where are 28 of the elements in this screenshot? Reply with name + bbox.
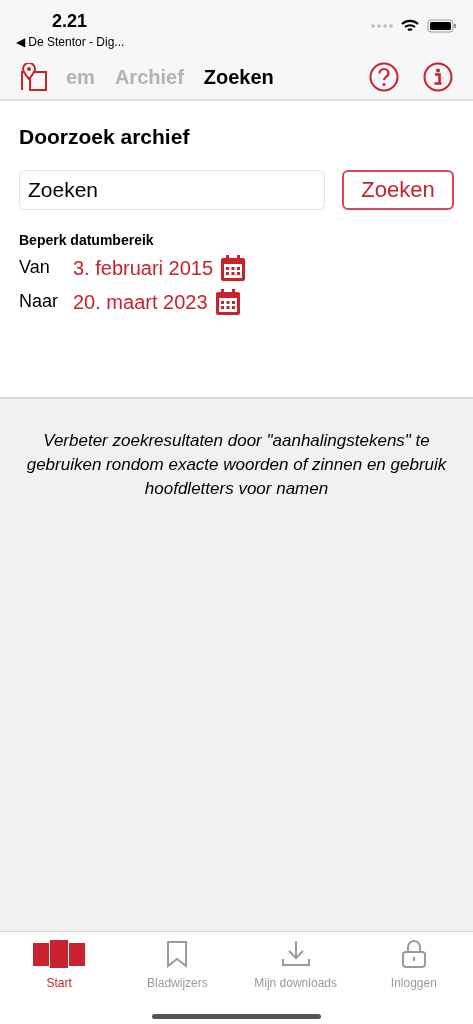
tab-bar-item[interactable]: Mijn downloads bbox=[236, 940, 355, 1024]
search-field[interactable]: Zoeken bbox=[19, 169, 325, 210]
help-icon[interactable] bbox=[369, 62, 399, 92]
tab-bar-item[interactable]: Inloggen bbox=[354, 940, 473, 1024]
calendar-icon[interactable] bbox=[221, 254, 246, 281]
page-title: Doorzoek archief bbox=[19, 124, 191, 150]
lock-icon bbox=[401, 940, 426, 968]
date-value[interactable]: 20. maart 2023 bbox=[73, 286, 208, 317]
pages-icon bbox=[33, 940, 86, 968]
calendar-icon[interactable] bbox=[215, 288, 240, 315]
tab-bar-item[interactable]: Bladwijzers bbox=[118, 940, 237, 1024]
date-value[interactable]: 3. februari 2015 bbox=[73, 252, 214, 283]
date-label: Van bbox=[19, 256, 51, 279]
map-pin-icon[interactable] bbox=[20, 63, 48, 91]
tab-bar-item[interactable]: Start bbox=[0, 940, 119, 1024]
wifi-icon bbox=[401, 19, 419, 33]
info-icon[interactable] bbox=[423, 62, 453, 92]
date-range-label: Beperk datumbereik bbox=[19, 230, 155, 250]
battery-icon bbox=[427, 19, 457, 33]
status-time: 2.21 bbox=[52, 10, 89, 33]
back-to-app-link[interactable]: ◀ De Stentor - Dig... bbox=[16, 33, 146, 51]
date-label: Naar bbox=[19, 290, 59, 313]
download-icon bbox=[280, 940, 311, 968]
signal-icon bbox=[371, 24, 393, 28]
search-hint: Verbeter zoekresultaten door "aanhalingstekens" te gebruiken rondom exacte woorden of zinnen en gebruik hoofdletters voor namen bbox=[25, 430, 448, 500]
bookmark-icon bbox=[166, 940, 189, 968]
search-button[interactable]: Zoeken bbox=[342, 169, 454, 210]
nav-tab[interactable]: Zoeken bbox=[203, 62, 274, 92]
